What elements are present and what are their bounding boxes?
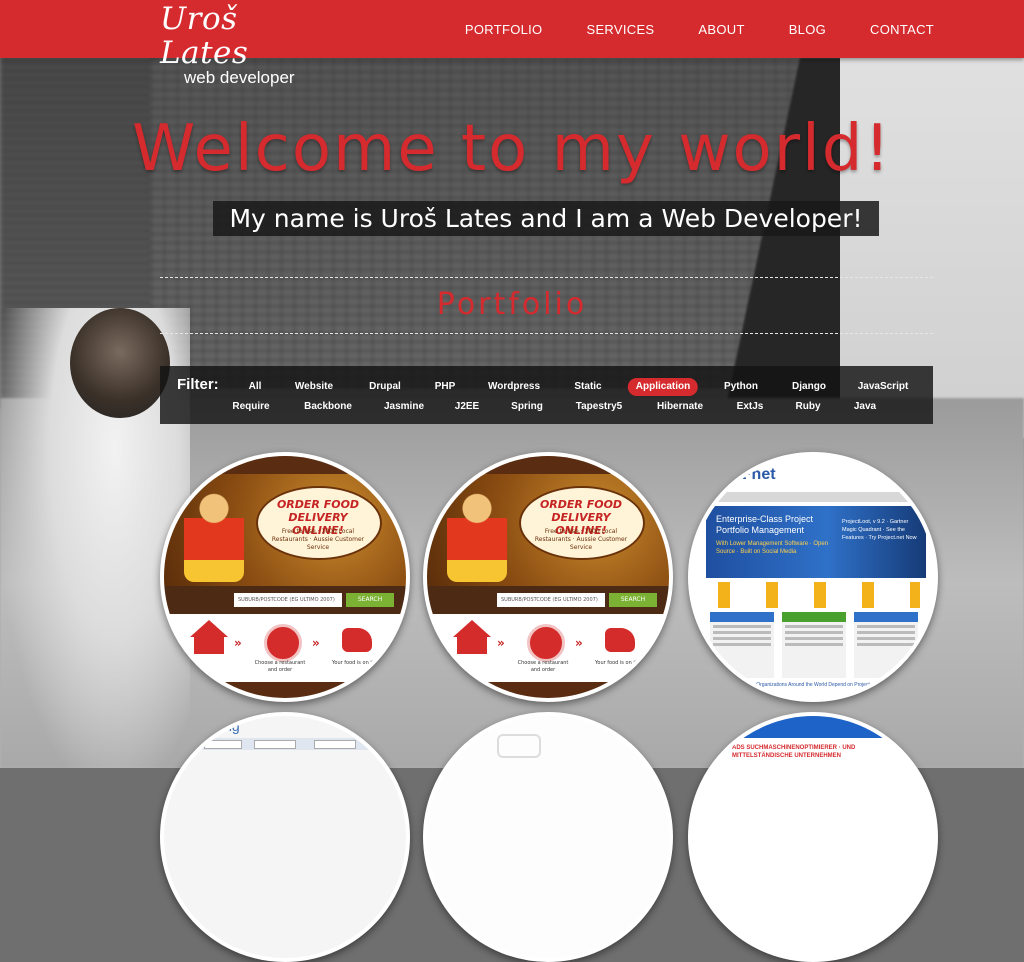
filter-application[interactable]: Application xyxy=(627,378,699,396)
filter-wordpress[interactable]: Wordpress xyxy=(480,378,548,396)
portfolio-item-food-delivery-2[interactable]: ORDER FOOD DELIVERY ONLINE! Free to Use … xyxy=(423,452,673,702)
thumb-search-input: SUBURB/POSTCODE (EG ULTIMO 2007) xyxy=(497,593,605,607)
filter-website[interactable]: Website xyxy=(287,378,341,396)
thumb-step-caption: Choose a restaurant and order xyxy=(254,660,306,673)
filter-tapestry5[interactable]: Tapestry5 xyxy=(568,398,631,416)
nav-blog[interactable]: BLOG xyxy=(789,22,826,37)
portfolio-filter-bar: Filter: All Website Drupal PHP Wordpress… xyxy=(160,366,933,424)
thumb-search-input: SUBURB/POSTCODE (EG ULTIMO 2007) xyxy=(234,593,342,607)
divider-top xyxy=(160,277,933,278)
portfolio-item-5[interactable] xyxy=(423,712,673,962)
house-icon xyxy=(190,620,228,654)
plate-icon xyxy=(264,624,302,662)
person-head xyxy=(70,308,170,418)
filter-spring[interactable]: Spring xyxy=(503,398,551,416)
main-nav: PORTFOLIO SERVICES ABOUT BLOG CONTACT xyxy=(421,0,934,58)
thumb-text: ADS SUCHMASCHINENOPTIMIERER · UND MITTEL… xyxy=(732,745,856,759)
arrow-icon: » xyxy=(497,636,505,650)
filter-all[interactable]: All xyxy=(241,378,270,396)
hero-subtitle: My name is Uroš Lates and I am a Web Dev… xyxy=(213,201,879,236)
site-logo[interactable]: Uroš Lates web developer xyxy=(160,2,330,86)
filter-label: Filter: xyxy=(177,376,219,393)
thumb-logo: king xyxy=(214,718,240,734)
scooter-icon xyxy=(605,628,635,652)
filter-j2ee[interactable]: J2EE xyxy=(447,398,487,416)
thumb-banner-list: With Lower Management Software · Open So… xyxy=(716,541,829,555)
thumb-select xyxy=(204,740,242,749)
thumb-page xyxy=(427,716,669,958)
thumb-header xyxy=(692,716,934,738)
hero-title: Welcome to my world! xyxy=(131,112,893,186)
logo-name: Uroš Lates xyxy=(160,1,249,71)
superhero-mascot-icon xyxy=(184,490,244,582)
thumb-bullets: Free to Use · 1000 Local Restaurants · A… xyxy=(534,528,628,551)
filter-python[interactable]: Python xyxy=(716,378,766,396)
nav-portfolio[interactable]: PORTFOLIO xyxy=(465,22,543,37)
portfolio-item-food-delivery-1[interactable]: ORDER FOOD DELIVERY ONLINE! Free to Use … xyxy=(160,452,410,702)
thumb-select xyxy=(254,740,296,749)
nav-services[interactable]: SERVICES xyxy=(586,22,654,37)
thumb-step-caption: Choose a restaurant and order xyxy=(517,660,569,673)
filter-java[interactable]: Java xyxy=(846,398,884,416)
thumb-bullets: Free to Use · 1000 Local Restaurants · A… xyxy=(271,528,365,551)
filter-ruby[interactable]: Ruby xyxy=(788,398,829,416)
arrow-icon: » xyxy=(575,636,583,650)
filter-django[interactable]: Django xyxy=(784,378,834,396)
house-icon xyxy=(453,620,491,654)
portfolio-item-4[interactable]: king xyxy=(160,712,410,962)
thumb-footer: Organizations Around the World Depend on… xyxy=(692,678,934,692)
filter-require[interactable]: Require xyxy=(224,398,277,416)
filter-drupal[interactable]: Drupal xyxy=(361,378,409,396)
portfolio-item-6[interactable]: ADS SUCHMASCHINENOPTIMIERER · UND MITTEL… xyxy=(688,712,938,962)
thumb-step-caption-2: Your food is on its way xyxy=(595,660,651,666)
thumb-page: ADS SUCHMASCHINENOPTIMIERER · UND MITTEL… xyxy=(692,716,934,958)
top-navigation-bar: Uroš Lates web developer PORTFOLIO SERVI… xyxy=(0,0,1024,86)
filter-static[interactable]: Static xyxy=(566,378,609,396)
filter-extjs[interactable]: ExtJs xyxy=(729,398,772,416)
thumb-page: king xyxy=(164,716,406,958)
portfolio-item-project-net[interactable]: ct·net Enterprise-Class Project Portfoli… xyxy=(688,452,938,702)
logo-subtitle: web developer xyxy=(184,68,295,87)
thumb-footer xyxy=(427,682,669,698)
thumb-banner-title: Enterprise-Class Project Portfolio Manag… xyxy=(716,514,814,535)
arrow-icon: » xyxy=(312,636,320,650)
superhero-mascot-icon xyxy=(447,490,507,582)
filter-hibernate[interactable]: Hibernate xyxy=(649,398,711,416)
filter-backbone[interactable]: Backbone xyxy=(296,398,360,416)
arrow-icon: » xyxy=(234,636,242,650)
thumb-logo: ct·net xyxy=(732,466,776,483)
thumb-header xyxy=(692,456,934,492)
thumb-nav xyxy=(692,492,934,502)
filter-jasmine[interactable]: Jasmine xyxy=(376,398,432,416)
portfolio-heading: Portfolio xyxy=(436,287,588,322)
thumb-icon-row xyxy=(710,582,920,608)
filter-php[interactable]: PHP xyxy=(427,378,464,396)
plate-icon xyxy=(527,624,565,662)
nav-contact[interactable]: CONTACT xyxy=(870,22,934,37)
thumb-search-button: SEARCH xyxy=(609,593,657,607)
thumb-search-button: SEARCH xyxy=(346,593,394,607)
thumb-footer xyxy=(164,682,406,698)
thumb-topbar xyxy=(427,456,669,474)
divider-bottom xyxy=(160,333,933,334)
nav-about[interactable]: ABOUT xyxy=(698,22,744,37)
scooter-icon xyxy=(342,628,372,652)
thumb-step-caption-2: Your food is on its way xyxy=(332,660,388,666)
thumb-topbar xyxy=(164,456,406,474)
thumb-search-placeholder: SUBURB/POSTCODE (EG ULTIMO 2007) xyxy=(238,597,335,603)
thumb-banner-right: ProjectLoot, v 9.2 · Gartner Magic Quadr… xyxy=(842,519,917,541)
thumb-select xyxy=(314,740,356,749)
filter-javascript[interactable]: JavaScript xyxy=(850,378,917,396)
thumb-shape xyxy=(497,734,541,758)
thumb-search-placeholder: SUBURB/POSTCODE (EG ULTIMO 2007) xyxy=(501,597,598,603)
